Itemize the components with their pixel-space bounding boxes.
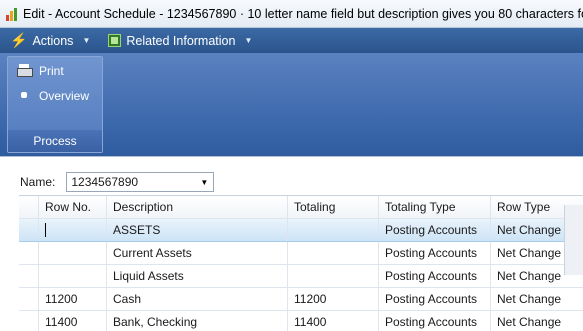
command-bar: ⚡ Actions ▼ Related Information ▼ [0, 28, 583, 53]
bar-chart-icon [6, 7, 17, 21]
overview-button[interactable]: Overview [8, 85, 102, 107]
description-cell[interactable]: Cash [107, 288, 288, 310]
actions-menu-label: Actions [32, 33, 74, 48]
row-selector[interactable] [19, 311, 39, 331]
description-cell[interactable]: Liquid Assets [107, 265, 288, 287]
table-header: Row No. Description Totaling Totaling Ty… [19, 196, 583, 219]
table-row[interactable]: 11400 Bank, Checking 11400 Posting Accou… [19, 311, 583, 331]
table-row[interactable]: Current Assets Posting Accounts Net Chan… [19, 242, 583, 265]
table-row[interactable]: Liquid Assets Posting Accounts Net Chang… [19, 265, 583, 288]
chevron-down-icon: ▼ [82, 36, 91, 45]
row-selector[interactable] [19, 242, 39, 264]
row-no-cell[interactable] [39, 219, 107, 241]
row-selector[interactable] [19, 288, 39, 310]
row-no-cell[interactable] [39, 265, 107, 287]
totaling-cell[interactable]: 11400 [288, 311, 379, 331]
description-cell[interactable]: Current Assets [107, 242, 288, 264]
table-row[interactable]: 11200 Cash 11200 Posting Accounts Net Ch… [19, 288, 583, 311]
totaling-cell[interactable] [288, 242, 379, 264]
row-no-cell[interactable]: 11200 [39, 288, 107, 310]
row-type-cell[interactable]: Net Change [491, 311, 583, 331]
vertical-scrollbar[interactable] [564, 205, 583, 275]
overview-label: Overview [39, 89, 90, 103]
description-cell[interactable]: ASSETS [107, 219, 288, 241]
table-row[interactable]: ASSETS Posting Accounts Net Change [19, 219, 583, 242]
ribbon: Print Overview Process [0, 53, 583, 156]
print-label: Print [39, 64, 64, 78]
totaling-type-cell[interactable]: Posting Accounts [379, 219, 491, 241]
row-no-cell[interactable] [39, 242, 107, 264]
totaling-cell[interactable] [288, 265, 379, 287]
name-value: 1234567890 [71, 175, 139, 189]
name-dropdown[interactable]: 1234567890 ▼ [66, 172, 215, 192]
row-selector-header [19, 196, 39, 218]
actions-menu[interactable]: ⚡ Actions ▼ [0, 28, 98, 53]
row-no-cell[interactable]: 11400 [39, 311, 107, 331]
chevron-down-icon[interactable]: ▼ [195, 178, 213, 187]
column-header[interactable]: Totaling [288, 196, 379, 218]
row-type-cell[interactable]: Net Change [491, 288, 583, 310]
totaling-type-cell[interactable]: Posting Accounts [379, 265, 491, 287]
overview-icon [17, 89, 33, 103]
related-info-icon [108, 34, 122, 47]
process-group: Print Overview Process [7, 56, 103, 153]
page-content: Name: 1234567890 ▼ Row No. Description T… [0, 156, 583, 331]
name-label: Name: [20, 175, 56, 189]
column-header[interactable]: Row No. [39, 196, 107, 218]
schedule-lines-grid: Row No. Description Totaling Totaling Ty… [19, 195, 583, 331]
totaling-type-cell[interactable]: Posting Accounts [379, 288, 491, 310]
totaling-cell[interactable] [288, 219, 379, 241]
lightning-icon: ⚡ [10, 32, 28, 48]
column-header[interactable]: Totaling Type [379, 196, 491, 218]
totaling-cell[interactable]: 11200 [288, 288, 379, 310]
window-title: Edit - Account Schedule - 1234567890 · 1… [23, 6, 583, 21]
chevron-down-icon: ▼ [244, 36, 253, 45]
description-cell[interactable]: Bank, Checking [107, 311, 288, 331]
totaling-type-cell[interactable]: Posting Accounts [379, 242, 491, 264]
text-cursor [45, 223, 46, 237]
print-button[interactable]: Print [8, 60, 102, 82]
printer-icon [17, 64, 33, 78]
related-information-menu[interactable]: Related Information ▼ [98, 28, 260, 53]
window-titlebar: Edit - Account Schedule - 1234567890 · 1… [0, 0, 583, 28]
process-group-label: Process [8, 130, 102, 152]
row-selector[interactable] [19, 265, 39, 287]
column-header[interactable]: Description [107, 196, 288, 218]
name-filter: Name: 1234567890 ▼ [20, 172, 215, 192]
row-selector[interactable] [19, 219, 39, 241]
related-information-label: Related Information [126, 33, 236, 48]
totaling-type-cell[interactable]: Posting Accounts [379, 311, 491, 331]
